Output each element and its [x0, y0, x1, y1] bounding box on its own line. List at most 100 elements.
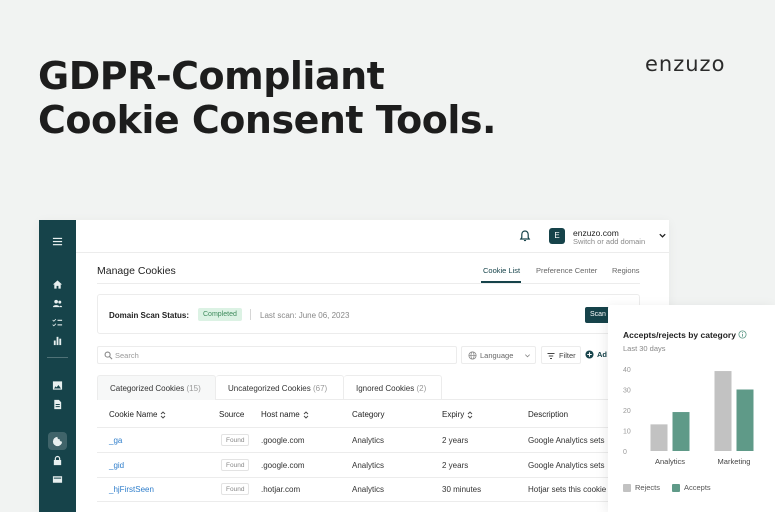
- bell-icon[interactable]: [519, 230, 531, 242]
- page-title: Manage Cookies: [97, 265, 176, 277]
- info-icon[interactable]: [738, 330, 747, 339]
- cookie-icon[interactable]: [51, 435, 64, 448]
- tab-count: (2): [416, 384, 427, 393]
- bar-rejects-analytics[interactable]: [650, 424, 668, 451]
- legend-label: Rejects: [635, 483, 661, 492]
- sidebar: [39, 220, 76, 512]
- category: Analytics: [352, 461, 385, 470]
- y-tick-label: 20: [623, 408, 631, 415]
- column-header-source: Source: [219, 410, 245, 419]
- tab-count: (15): [186, 384, 201, 393]
- menu-icon[interactable]: [51, 235, 64, 248]
- tab-label: Uncategorized Cookies: [228, 384, 311, 393]
- last-scan-date: Last scan: June 06, 2023: [260, 311, 350, 320]
- tab-preference-center[interactable]: Preference Center: [536, 266, 597, 275]
- legend-swatch: [623, 484, 631, 492]
- search-placeholder: Search: [115, 351, 139, 360]
- topbar: E enzuzo.com Switch or add domain: [76, 220, 669, 253]
- expiry: 2 years: [442, 461, 469, 470]
- plus-circle-icon: [585, 350, 594, 359]
- filter-button[interactable]: Filter: [541, 346, 581, 364]
- tab-categorized-cookies[interactable]: Categorized Cookies (15): [97, 375, 216, 400]
- document-icon[interactable]: [51, 398, 64, 411]
- x-category-label: Analytics: [655, 457, 685, 466]
- tab-count: (67): [312, 384, 328, 393]
- scan-status-card: Domain Scan Status: Completed Last scan:…: [97, 294, 645, 334]
- add-label: Ad: [597, 350, 607, 359]
- category: Analytics: [352, 485, 385, 494]
- column-header-cookie-name[interactable]: Cookie Name: [109, 410, 166, 419]
- tab-regions[interactable]: Regions: [612, 266, 640, 275]
- search-input[interactable]: Search: [97, 346, 457, 364]
- header-divider: [97, 283, 640, 284]
- y-tick-label: 30: [623, 388, 631, 395]
- app-window: E enzuzo.com Switch or add domain Manage…: [39, 220, 669, 512]
- language-label: Language: [480, 351, 514, 360]
- card-icon[interactable]: [51, 473, 64, 486]
- source-badge: Found: [221, 434, 250, 446]
- column-header-description: Description: [528, 410, 569, 419]
- x-category-label: Marketing: [718, 457, 751, 466]
- column-header-expiry[interactable]: Expiry: [442, 410, 473, 419]
- cookie-tabs: Categorized Cookies (15) Uncategorized C…: [97, 375, 640, 400]
- accepts-rejects-panel: Accepts/rejects by category Last 30 days…: [608, 305, 775, 512]
- sidebar-divider: [47, 357, 68, 358]
- row-divider: [97, 501, 640, 502]
- filter-label: Filter: [559, 351, 576, 360]
- cookie-name[interactable]: _hjFirstSeen: [109, 485, 154, 494]
- hero-line-2: Cookie Consent Tools.: [38, 98, 496, 142]
- tab-uncategorized-cookies[interactable]: Uncategorized Cookies (67): [216, 375, 344, 400]
- expiry: 30 minutes: [442, 485, 482, 494]
- description: Hotjar sets this cookie: [528, 485, 607, 494]
- host-name: .google.com: [261, 461, 305, 470]
- tab-ignored-cookies[interactable]: Ignored Cookies (2): [344, 375, 442, 400]
- column-header-category: Category: [352, 410, 385, 419]
- source-badge: Found: [221, 483, 250, 495]
- chart-subtitle: Last 30 days: [623, 344, 666, 353]
- sort-icon: [467, 411, 473, 419]
- y-tick-label: 40: [623, 367, 631, 374]
- brand-logo: enzuzo: [645, 52, 726, 76]
- chart-title: Accepts/rejects by category: [623, 330, 736, 340]
- chevron-down-icon: [525, 354, 530, 358]
- row-divider: [97, 477, 640, 478]
- bar-chart: 0 10 20 30 40 Analytics Marketing: [623, 367, 754, 466]
- description: Google Analytics sets: [528, 461, 605, 470]
- table-header-divider: [97, 427, 640, 428]
- lock-icon[interactable]: [51, 454, 64, 467]
- column-header-host-name[interactable]: Host name: [261, 410, 309, 419]
- users-icon[interactable]: [51, 297, 64, 310]
- y-tick-label: 0: [623, 449, 627, 456]
- host-name: .google.com: [261, 436, 305, 445]
- home-icon[interactable]: [51, 278, 64, 291]
- status-badge: Completed: [198, 308, 242, 321]
- host-name: .hotjar.com: [261, 485, 301, 494]
- tab-label: Categorized Cookies: [110, 384, 185, 393]
- scan-separator: [250, 309, 251, 320]
- expiry: 2 years: [442, 436, 469, 445]
- column-header-label: Host name: [261, 410, 300, 419]
- bar-accepts-marketing[interactable]: [736, 389, 754, 452]
- bar-rejects-marketing[interactable]: [714, 371, 732, 451]
- tab-cookie-list[interactable]: Cookie List: [483, 266, 520, 275]
- row-divider: [97, 452, 640, 453]
- tab-label: Ignored Cookies: [356, 384, 415, 393]
- chevron-down-icon[interactable]: [658, 231, 667, 240]
- avatar[interactable]: E: [549, 228, 565, 244]
- cookie-name[interactable]: _ga: [109, 436, 122, 445]
- source-badge: Found: [221, 459, 250, 471]
- search-icon: [104, 351, 113, 360]
- language-select[interactable]: Language: [461, 346, 536, 364]
- hero-line-1: GDPR-Compliant: [38, 54, 385, 98]
- column-header-label: Cookie Name: [109, 410, 158, 419]
- bar-chart-icon[interactable]: [51, 334, 64, 347]
- bar-accepts-analytics[interactable]: [672, 412, 690, 451]
- checklist-icon[interactable]: [51, 316, 64, 329]
- sort-icon: [161, 411, 166, 419]
- domain-switch-hint[interactable]: Switch or add domain: [573, 237, 645, 246]
- globe-icon: [468, 351, 477, 360]
- image-icon[interactable]: [51, 379, 64, 392]
- scan-status-label: Domain Scan Status:: [109, 311, 190, 320]
- cookie-name[interactable]: _gid: [109, 461, 124, 470]
- sort-icon: [303, 411, 309, 419]
